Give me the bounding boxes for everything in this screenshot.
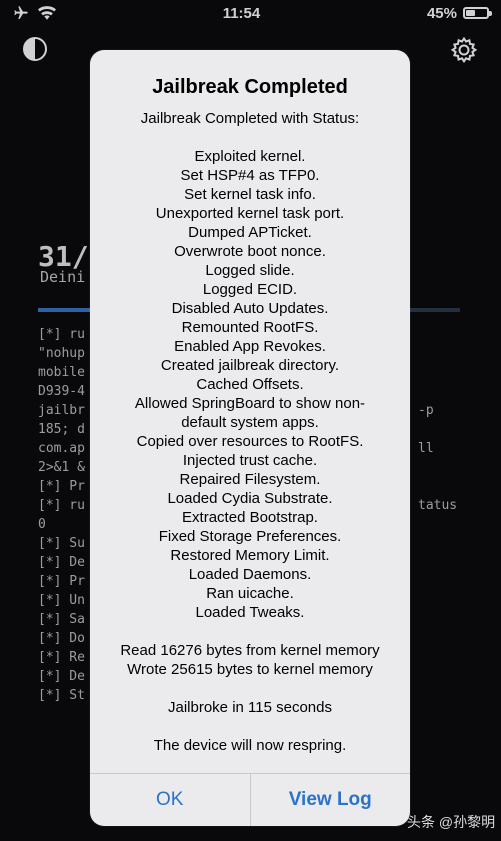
alert-message-line: Ran uicache.	[206, 585, 294, 602]
alert-message-line: Set kernel task info.	[184, 186, 316, 203]
alert-message-line	[100, 717, 400, 736]
view-log-button[interactable]: View Log	[249, 774, 411, 826]
alert-message-line	[100, 622, 400, 641]
alert-dialog: Jailbreak Completed Jailbreak Completed …	[90, 50, 410, 826]
alert-message-line: Repaired Filesystem.	[179, 471, 321, 488]
alert-message-line: Jailbreak Completed with Status:	[140, 110, 360, 127]
ok-button[interactable]: OK	[90, 774, 250, 826]
alert-message-line: Loaded Daemons.	[188, 566, 312, 583]
alert-message-line: Enabled App Revokes.	[174, 338, 326, 355]
alert-message-line: Disabled Auto Updates.	[171, 300, 329, 317]
alert-message-line: default system apps.	[181, 414, 319, 431]
alert-message-line	[100, 128, 400, 147]
alert-message-line: Logged ECID.	[202, 281, 298, 298]
alert-message-line: Injected trust cache.	[182, 452, 318, 469]
alert-message-line: The device will now respring.	[153, 737, 347, 754]
alert-message-line: Read 16276 bytes from kernel memory	[120, 642, 380, 659]
alert-message-line: Extracted Bootstrap.	[182, 509, 318, 526]
alert-title: Jailbreak Completed	[152, 76, 348, 98]
alert-message-line: Restored Memory Limit.	[170, 547, 330, 564]
alert-message-line: Cached Offsets.	[196, 376, 304, 393]
alert-buttons: OK View Log	[90, 773, 410, 826]
alert-message-line: Set HSP#4 as TFP0.	[180, 167, 320, 184]
alert-message-line: Allowed SpringBoard to show non-	[134, 395, 366, 412]
alert-message-line: Loaded Cydia Substrate.	[167, 490, 333, 507]
alert-message-line: Unexported kernel task port.	[155, 205, 345, 222]
alert-message-line: Copied over resources to RootFS.	[136, 433, 364, 450]
alert-message-line: Exploited kernel.	[194, 148, 306, 165]
alert-message-line: Overwrote boot nonce.	[174, 243, 326, 260]
alert-message-line: Logged slide.	[205, 262, 295, 279]
alert-message-line: Loaded Tweaks.	[195, 604, 305, 621]
alert-message-line: Wrote 25615 bytes to kernel memory	[127, 661, 373, 678]
alert-message-line: Remounted RootFS.	[181, 319, 319, 336]
alert-message-line: Fixed Storage Preferences.	[158, 528, 342, 545]
alert-message-line: Created jailbreak directory.	[160, 357, 340, 374]
alert-message: Jailbreak Completed with Status: Exploite…	[90, 109, 410, 755]
alert-message-line	[100, 679, 400, 698]
alert-message-line: Jailbroke in 115 seconds	[168, 699, 332, 716]
alert-message-line: Dumped APTicket.	[188, 224, 312, 241]
watermark: 头条 @孙黎明	[407, 814, 496, 830]
